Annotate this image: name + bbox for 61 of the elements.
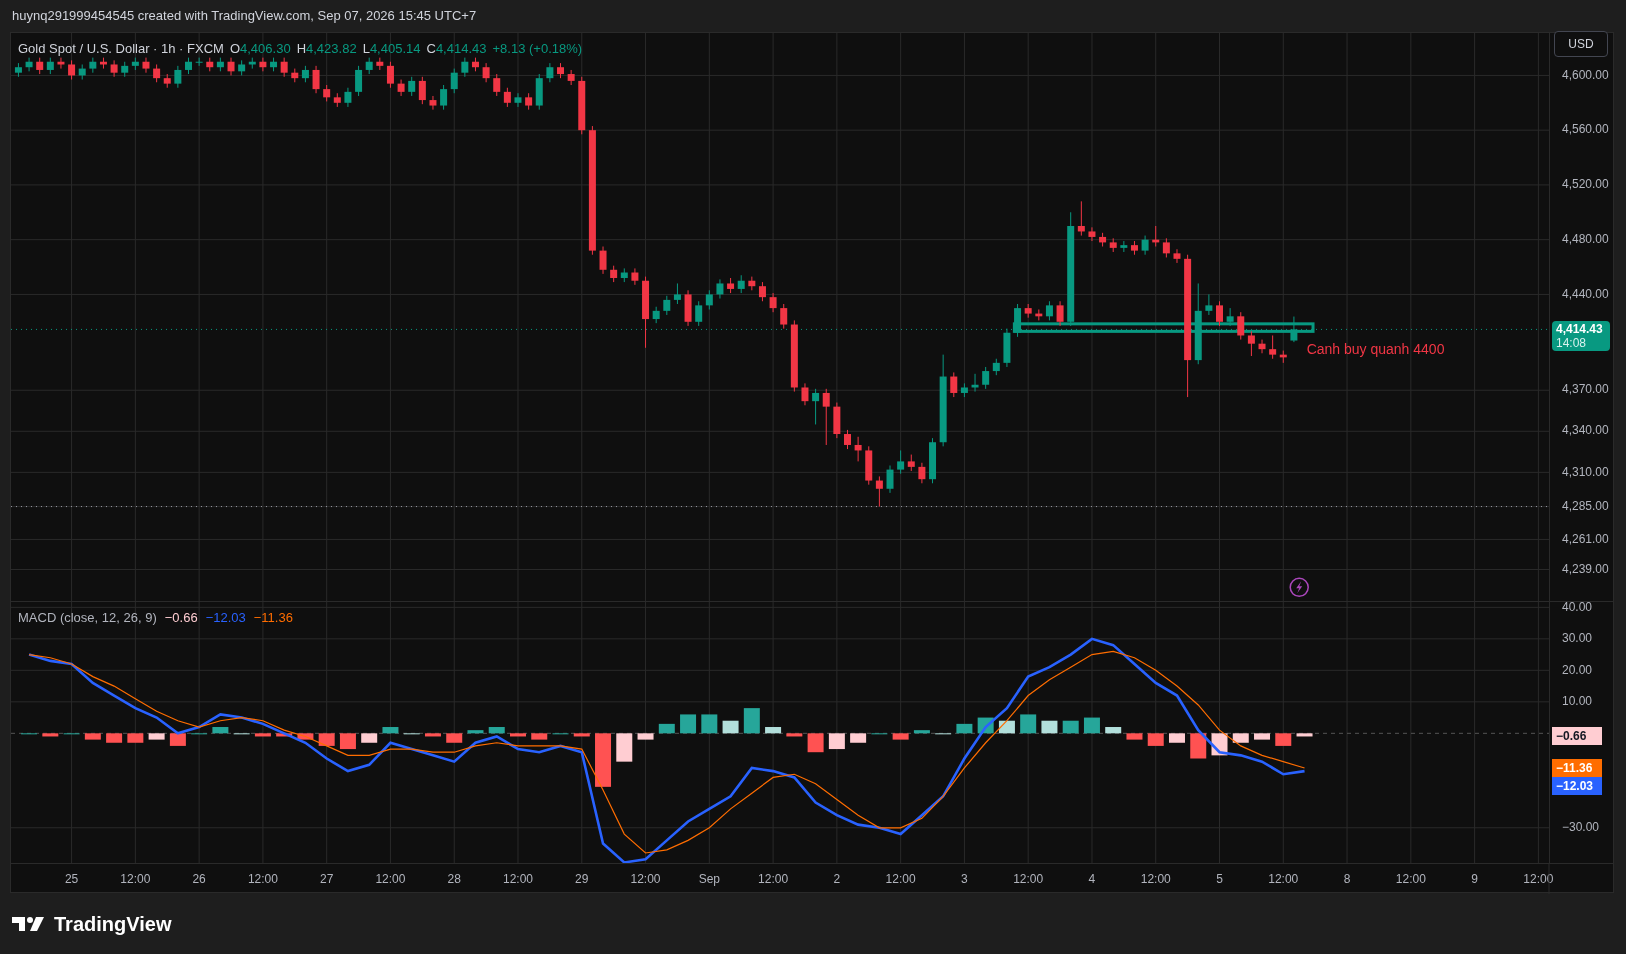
indicator-value: −11.36 — [253, 609, 293, 627]
chart-note[interactable]: Canh buy quanh 4400 — [1306, 341, 1445, 358]
time-axis-label: 12:00 — [758, 872, 789, 887]
time-axis-label: 25 — [64, 872, 79, 887]
value-tag: −0.66 — [1552, 727, 1602, 746]
ohlc-value: 4,405.14 — [369, 40, 421, 58]
time-axis-label: 4 — [1088, 872, 1096, 887]
macd-axis-label: 40.00 — [1562, 602, 1593, 614]
indicator-value: −12.03 — [205, 609, 246, 627]
ohlc-value: 4,414.43 — [435, 40, 487, 58]
price-axis-label: 4,440.00 — [1562, 286, 1609, 301]
currency-button[interactable]: USD — [1554, 31, 1608, 57]
price-axis-label: 4,340.00 — [1562, 423, 1609, 438]
time-axis-label: 12:00 — [247, 872, 278, 887]
macd-axis-label: −30.00 — [1562, 819, 1600, 834]
time-axis-label: Sep — [698, 872, 720, 887]
ohlc-key: H — [296, 39, 307, 59]
time-axis-label: 12:00 — [1268, 872, 1299, 887]
value-tag: −11.36 — [1552, 758, 1602, 777]
last-price-tag: 4,414.43 14:08 — [1552, 321, 1610, 352]
price-axis-label: 4,239.00 — [1562, 561, 1609, 576]
price-axis-label: 4,310.00 — [1562, 464, 1609, 479]
time-axis-label: 26 — [192, 872, 206, 887]
time-axis-label: 12:00 — [1395, 872, 1426, 887]
time-axis-label: 5 — [1216, 872, 1223, 887]
price-axis-label: 4,261.00 — [1562, 531, 1609, 546]
price-change: +8.13 (+0.18%) — [492, 40, 583, 58]
time-axis-label: 12:00 — [1523, 872, 1554, 887]
macd-axis-label: 10.00 — [1562, 694, 1593, 708]
chart-title: huynq291999454545 created with TradingView.com, Sep 07, 2026 15:45 UTC+7 — [12, 7, 477, 26]
price-axis-label: 4,480.00 — [1562, 231, 1609, 246]
time-axis-label: 12:00 — [503, 872, 533, 887]
price-axis-label: 4,560.00 — [1562, 122, 1609, 137]
time-axis-label: 27 — [320, 872, 334, 887]
time-axis-label: 9 — [1471, 872, 1478, 887]
time-axis-label: 2 — [833, 872, 841, 887]
price-axis-label: 4,285.00 — [1562, 498, 1609, 513]
macd-axis-label: 30.00 — [1562, 631, 1593, 645]
time-axis-label: 8 — [1343, 872, 1351, 887]
ohlc-value: 4,406.30 — [240, 40, 291, 58]
ohlc-key: L — [362, 39, 370, 59]
time-axis-label: 28 — [447, 872, 461, 887]
time-axis-label: 12:00 — [885, 872, 916, 887]
time-axis-label: 12:00 — [375, 872, 406, 887]
time-axis-label: 3 — [961, 872, 968, 887]
indicator-label[interactable]: MACD (close, 12, 26, 9) — [18, 608, 157, 628]
time-axis-label: 12:00 — [120, 872, 151, 887]
time-axis-label: 12:00 — [1013, 872, 1044, 887]
time-axis-label: 12:00 — [1140, 872, 1171, 887]
time-axis-label: 29 — [575, 872, 589, 887]
indicator-value: −0.66 — [164, 609, 198, 627]
macd-axis-label: 20.00 — [1562, 662, 1593, 677]
price-axis-label: 4,600.00 — [1562, 67, 1609, 82]
ohlc-key: C — [426, 39, 436, 59]
brand-name: TradingView — [54, 911, 172, 937]
price-axis-label: 4,370.00 — [1562, 382, 1609, 397]
ohlc-key: O — [229, 39, 241, 59]
symbol-label[interactable]: Gold Spot / U.S. Dollar · 1h · FXCM — [18, 39, 224, 59]
time-axis-label: 12:00 — [630, 872, 661, 887]
price-axis-label: 4,520.00 — [1562, 177, 1609, 192]
ohlc-value: 4,423.82 — [306, 40, 357, 58]
